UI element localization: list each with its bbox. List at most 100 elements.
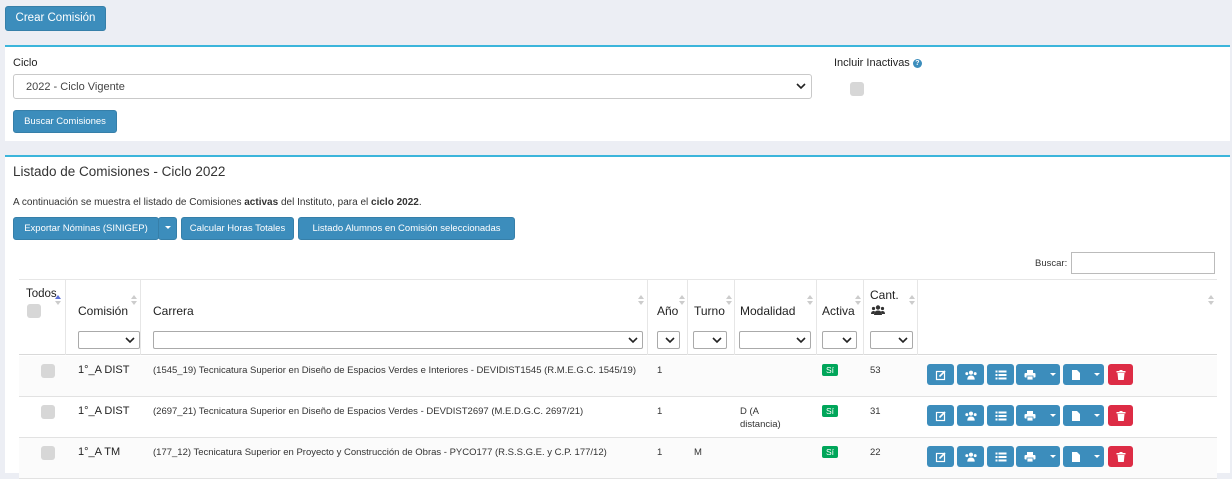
document-button[interactable] [1063, 364, 1104, 385]
cell-cant: 53 [870, 365, 881, 376]
filter-comision-select[interactable] [78, 331, 140, 349]
filter-anio-select[interactable] [657, 331, 680, 349]
chevron-down-icon [841, 334, 853, 346]
header-comision[interactable]: Comisión [78, 304, 128, 318]
sort-icon [679, 295, 685, 305]
edit-button[interactable] [927, 405, 954, 426]
cell-comision: 1°_A DIST [78, 405, 130, 417]
students-button[interactable] [957, 364, 984, 385]
delete-button[interactable] [1108, 364, 1133, 385]
header-turno[interactable]: Turno [694, 304, 725, 318]
print-button[interactable] [1016, 405, 1060, 426]
chevron-down-icon [795, 80, 807, 92]
chevron-down-icon [795, 334, 807, 346]
chevron-down-icon [664, 334, 676, 346]
cell-anio: 1 [657, 447, 663, 458]
table-search-label: Buscar: [1035, 258, 1068, 269]
ciclo-value: 2022 - Ciclo Vigente [26, 81, 125, 93]
select-all-checkbox[interactable] [27, 304, 41, 318]
filter-cant-select[interactable] [870, 331, 913, 349]
caret-down-icon [1050, 414, 1056, 417]
desc-bold-ciclo: ciclo 2022 [371, 197, 419, 208]
sort-icon [726, 295, 732, 305]
table-row[interactable]: 1°_A DIST (2697_21) Tecnicatura Superior… [19, 397, 1217, 438]
print-button[interactable] [1016, 364, 1060, 385]
list-icon [995, 370, 1006, 379]
list-button[interactable] [987, 405, 1014, 426]
sort-icon [807, 295, 813, 305]
question-icon[interactable]: ? [912, 59, 922, 68]
header-todos[interactable]: Todos [26, 288, 57, 300]
header-anio[interactable]: Año [657, 304, 678, 318]
students-button[interactable] [957, 446, 984, 467]
cell-carrera: (2697_21) Tecnicatura Superior en Diseño… [153, 406, 584, 417]
header-carrera[interactable]: Carrera [153, 304, 194, 318]
chevron-down-icon [124, 334, 136, 346]
status-badge: Sí [822, 364, 839, 376]
row-checkbox[interactable] [41, 446, 55, 460]
sort-icon [638, 295, 644, 305]
document-button[interactable] [1063, 405, 1104, 426]
caret-down-icon [1094, 414, 1100, 417]
search-commissions-button[interactable]: Buscar Comisiones [13, 110, 117, 133]
caret-down-icon [1094, 455, 1100, 458]
chevron-down-icon [711, 334, 723, 346]
row-checkbox[interactable] [41, 405, 55, 419]
cell-modalidad: D (A distancia) [740, 406, 781, 430]
print-icon [1024, 451, 1036, 462]
status-badge: Sí [822, 446, 839, 458]
header-modalidad[interactable]: Modalidad [740, 304, 795, 318]
cell-carrera: (1545_19) Tecnicatura Superior en Diseño… [153, 365, 636, 376]
desc-bold-activas: activas [244, 197, 279, 208]
incluir-inactivas-checkbox[interactable] [850, 82, 864, 96]
incluir-inactivas-label: Incluir Inactivas ? [834, 57, 922, 69]
cell-cant: 22 [870, 447, 881, 458]
calcular-horas-button[interactable]: Calcular Horas Totales [181, 217, 294, 240]
listado-alumnos-button[interactable]: Listado Alumnos en Comisión seleccionada… [298, 217, 515, 240]
header-cant[interactable]: Cant. [870, 288, 899, 302]
trash-icon [1116, 410, 1125, 421]
filter-activa-select[interactable] [822, 331, 857, 349]
header-activa[interactable]: Activa [822, 304, 855, 318]
export-nominas-button[interactable]: Exportar Nóminas (SINIGEP) [13, 217, 159, 240]
edit-button[interactable] [927, 446, 954, 467]
table-search-input[interactable] [1071, 252, 1215, 274]
chevron-down-icon [897, 334, 909, 346]
caret-down-icon [1050, 373, 1056, 376]
list-button[interactable] [987, 364, 1014, 385]
filter-carrera-select[interactable] [153, 331, 643, 349]
users-icon [964, 370, 977, 380]
cell-turno: M [694, 447, 702, 458]
cell-comision: 1°_A TM [78, 446, 121, 458]
document-button[interactable] [1063, 446, 1104, 467]
sort-icon [909, 295, 915, 305]
file-icon [1072, 451, 1080, 462]
students-button[interactable] [957, 405, 984, 426]
create-commission-button[interactable]: Crear Comisión [5, 6, 106, 31]
users-icon [964, 452, 977, 462]
sort-icon [55, 295, 61, 305]
ciclo-select[interactable]: 2022 - Ciclo Vigente [13, 74, 812, 99]
caret-down-icon [164, 226, 171, 229]
list-icon [995, 452, 1006, 461]
caret-down-icon [1050, 455, 1056, 458]
desc-mid: del Instituto, para el [278, 197, 372, 208]
cell-anio: 1 [657, 365, 663, 376]
row-checkbox[interactable] [41, 364, 55, 378]
edit-button[interactable] [927, 364, 954, 385]
cell-cant: 31 [870, 406, 881, 417]
filter-turno-select[interactable] [693, 331, 727, 349]
filter-modalidad-select[interactable] [739, 331, 811, 349]
users-icon [871, 305, 885, 315]
export-dropdown-toggle[interactable] [158, 217, 177, 240]
edit-icon [935, 451, 946, 462]
filter-panel: Ciclo 2022 - Ciclo Vigente Incluir Inact… [5, 45, 1230, 141]
list-icon [995, 411, 1006, 420]
table-row[interactable]: 1°_A DIST (1545_19) Tecnicatura Superior… [19, 356, 1217, 397]
delete-button[interactable] [1108, 446, 1133, 467]
list-button[interactable] [987, 446, 1014, 467]
print-button[interactable] [1016, 446, 1060, 467]
list-panel: Listado de Comisiones - Ciclo 2022 A con… [5, 155, 1230, 479]
delete-button[interactable] [1108, 405, 1133, 426]
sort-icon [855, 295, 861, 305]
